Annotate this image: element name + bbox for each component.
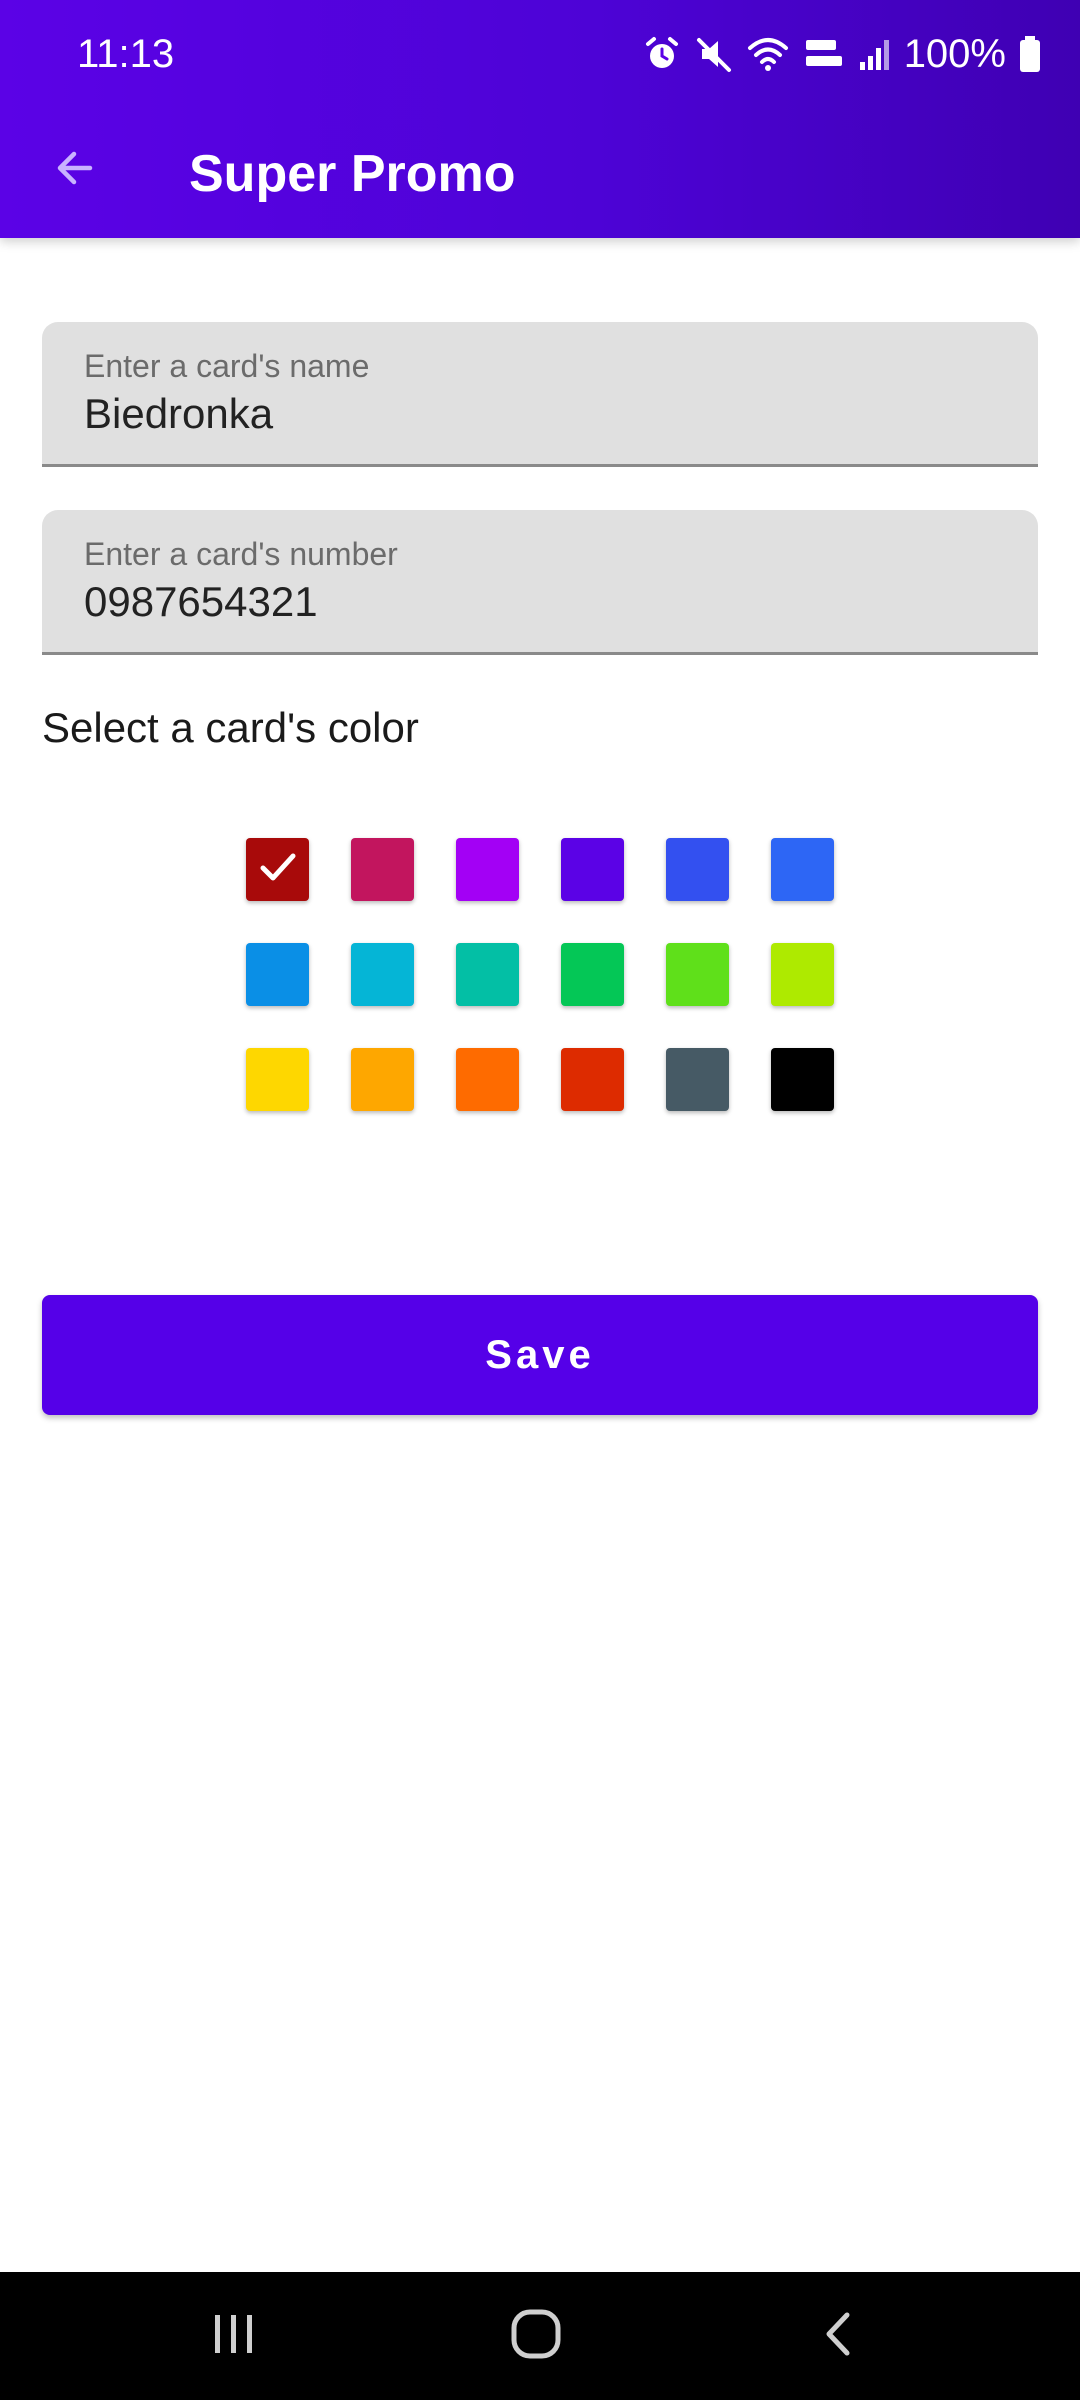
color-swatch[interactable] — [666, 838, 729, 901]
color-swatch[interactable] — [246, 943, 309, 1006]
color-swatch[interactable] — [666, 1048, 729, 1111]
color-swatch[interactable] — [456, 943, 519, 1006]
card-number-input[interactable] — [84, 574, 1004, 630]
color-swatch[interactable] — [666, 943, 729, 1006]
alarm-icon — [642, 34, 682, 74]
card-name-label: Enter a card's name — [84, 348, 370, 384]
battery-icon — [1018, 34, 1042, 74]
recent-apps-icon — [209, 2309, 259, 2364]
volte-icon — [802, 34, 846, 74]
card-number-field[interactable]: Enter a card's number — [42, 510, 1038, 655]
arrow-back-icon — [50, 144, 98, 197]
color-swatch[interactable] — [561, 838, 624, 901]
color-swatch[interactable] — [771, 838, 834, 901]
signal-icon — [858, 34, 892, 74]
color-swatch[interactable] — [351, 1048, 414, 1111]
nav-back-icon — [815, 2309, 865, 2364]
card-name-field[interactable]: Enter a card's name — [42, 322, 1038, 467]
color-swatch[interactable] — [456, 838, 519, 901]
color-swatch[interactable] — [351, 943, 414, 1006]
color-section-title: Select a card's color — [42, 704, 419, 751]
color-picker-grid — [246, 838, 834, 1111]
toolbar: Super Promo — [0, 110, 1080, 238]
recent-apps-button[interactable] — [184, 2296, 284, 2376]
color-swatch[interactable] — [771, 943, 834, 1006]
home-icon — [509, 2307, 563, 2366]
nav-back-button[interactable] — [790, 2296, 890, 2376]
card-name-input[interactable] — [84, 386, 1004, 442]
mute-icon — [694, 34, 734, 74]
color-swatch[interactable] — [246, 1048, 309, 1111]
color-swatch[interactable] — [561, 1048, 624, 1111]
color-swatch[interactable] — [351, 838, 414, 901]
color-swatch[interactable] — [456, 1048, 519, 1111]
status-bar: 11:13 100% — [0, 0, 1080, 110]
color-swatch[interactable] — [561, 943, 624, 1006]
home-button[interactable] — [486, 2296, 586, 2376]
back-button[interactable] — [36, 132, 112, 208]
app-header: 11:13 100% Super Promo — [0, 0, 1080, 238]
navigation-bar — [0, 2272, 1080, 2400]
status-icons: 100% — [642, 28, 1042, 80]
save-button[interactable]: Save — [42, 1295, 1038, 1415]
status-time: 11:13 — [77, 32, 175, 76]
wifi-icon — [746, 34, 790, 74]
color-swatch-selected[interactable] — [246, 838, 309, 901]
battery-percentage: 100% — [903, 32, 1006, 76]
checkmark-icon — [255, 844, 301, 895]
page-title: Super Promo — [189, 145, 516, 203]
card-number-label: Enter a card's number — [84, 536, 398, 572]
app-screen: 11:13 100% Super Promo Enter a card's na… — [0, 0, 1080, 2400]
color-swatch[interactable] — [771, 1048, 834, 1111]
